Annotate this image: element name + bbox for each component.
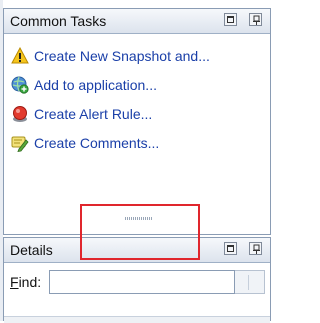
task-create-comments[interactable]: Create Comments...: [4, 128, 270, 157]
pin-button[interactable]: [249, 242, 262, 255]
pin-icon: [253, 244, 260, 254]
page: Common Tasks Create New Snapshot and... …: [0, 0, 275, 323]
task-create-alert-rule[interactable]: Create Alert Rule...: [4, 99, 270, 128]
comment-edit-icon: [11, 136, 29, 152]
task-label: Create Comments...: [34, 134, 160, 151]
alert-rule-icon: [13, 105, 27, 122]
details-content-area: [4, 316, 270, 323]
find-button-divider: [248, 275, 249, 290]
common-tasks-title: Common Tasks: [10, 13, 107, 29]
pin-button[interactable]: [249, 13, 262, 26]
maximize-icon: [227, 245, 234, 252]
find-dropdown-button[interactable]: [235, 270, 265, 294]
find-input[interactable]: [49, 270, 235, 294]
maximize-button[interactable]: [224, 242, 237, 255]
find-label-text: ind:: [18, 274, 42, 290]
task-label: Create Alert Rule...: [34, 105, 153, 122]
find-label-mnemonic: F: [10, 274, 19, 290]
warning-icon: [11, 46, 29, 63]
task-label: Create New Snapshot and...: [34, 47, 210, 64]
find-row: Find:: [4, 268, 270, 296]
common-tasks-title-bar: Common Tasks: [4, 9, 270, 34]
task-list: Create New Snapshot and... Add to applic…: [4, 41, 270, 157]
maximize-icon: [227, 16, 234, 23]
highlight-box: [80, 204, 200, 260]
find-label: Find:: [10, 274, 41, 290]
maximize-button[interactable]: [224, 13, 237, 26]
task-label: Add to application...: [34, 76, 157, 93]
common-tasks-panel: Common Tasks Create New Snapshot and... …: [3, 8, 271, 235]
task-create-snapshot[interactable]: Create New Snapshot and...: [4, 41, 270, 70]
pin-icon: [253, 15, 260, 25]
details-title: Details: [10, 242, 53, 258]
task-add-to-application[interactable]: Add to application...: [4, 70, 270, 99]
globe-add-icon: [11, 76, 29, 94]
